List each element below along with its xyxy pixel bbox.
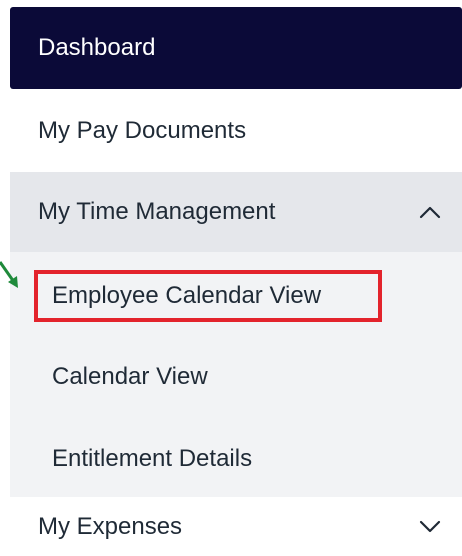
submenu-item-entitlement-details-label: Entitlement Details xyxy=(52,445,253,472)
submenu-item-employee-calendar-view[interactable]: Employee Calendar View xyxy=(34,270,382,322)
submenu-item-calendar-view[interactable]: Calendar View xyxy=(52,352,208,402)
nav-item-my-time-management[interactable]: My Time Management xyxy=(10,172,462,252)
submenu-item-entitlement-details[interactable]: Entitlement Details xyxy=(52,434,252,484)
annotation-arrow-icon xyxy=(0,261,18,288)
nav-item-my-pay-documents[interactable]: My Pay Documents xyxy=(10,90,462,172)
nav-item-dashboard-label: Dashboard xyxy=(38,34,156,61)
sidebar-nav: Dashboard My Pay Documents My Time Manag… xyxy=(0,0,462,556)
submenu-item-employee-calendar-view-label: Employee Calendar View xyxy=(52,282,322,309)
nav-item-my-expenses[interactable]: My Expenses xyxy=(10,498,462,556)
submenu-item-calendar-view-label: Calendar View xyxy=(52,363,208,390)
nav-item-dashboard[interactable]: Dashboard xyxy=(10,7,462,89)
nav-item-my-expenses-label: My Expenses xyxy=(38,513,183,540)
chevron-down-icon[interactable] xyxy=(416,513,444,541)
time-management-submenu: Employee Calendar View Calendar View Ent… xyxy=(10,252,462,497)
nav-item-my-pay-documents-label: My Pay Documents xyxy=(38,117,247,144)
nav-item-my-time-management-label: My Time Management xyxy=(38,198,276,225)
chevron-up-icon[interactable] xyxy=(416,198,444,226)
